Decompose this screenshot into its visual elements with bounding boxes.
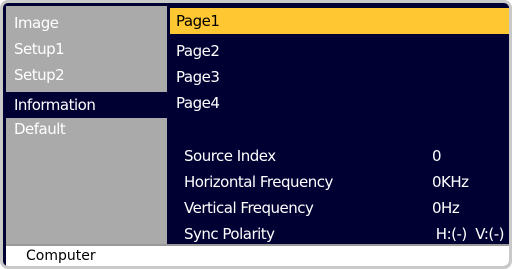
vertical-frequency-value: 0Hz <box>432 199 460 217</box>
information-panel: Page1 Page2 Page3 Page4 Source Index 0 H… <box>170 6 509 244</box>
input-source-label: Computer <box>26 248 96 264</box>
tab-page4[interactable]: Page4 <box>170 90 509 116</box>
vertical-frequency-label: Vertical Frequency <box>184 199 314 217</box>
info-row-horizontal-frequency: Horizontal Frequency 0KHz <box>170 169 509 195</box>
sidebar-item-information[interactable]: Information <box>6 92 167 118</box>
osd-menu: Image Setup1 Setup2 Information Default … <box>0 0 512 269</box>
sidebar-item-setup1[interactable]: Setup1 <box>6 36 167 62</box>
sidebar-item-image[interactable]: Image <box>6 10 167 36</box>
source-index-value: 0 <box>432 147 442 165</box>
source-index-label: Source Index <box>184 147 276 165</box>
info-row-vertical-frequency: Vertical Frequency 0Hz <box>170 195 509 221</box>
tab-page1[interactable]: Page1 <box>170 8 509 34</box>
sidebar: Image Setup1 Setup2 Information Default <box>6 6 167 244</box>
horizontal-frequency-label: Horizontal Frequency <box>184 173 333 191</box>
sidebar-item-default[interactable]: Default <box>6 116 167 142</box>
horizontal-frequency-value: 0KHz <box>432 173 469 191</box>
status-bar: Computer <box>6 244 509 266</box>
info-row-source-index: Source Index 0 <box>170 143 509 169</box>
tab-page3[interactable]: Page3 <box>170 64 509 90</box>
sidebar-item-setup2[interactable]: Setup2 <box>6 62 167 88</box>
tab-page2[interactable]: Page2 <box>170 38 509 64</box>
